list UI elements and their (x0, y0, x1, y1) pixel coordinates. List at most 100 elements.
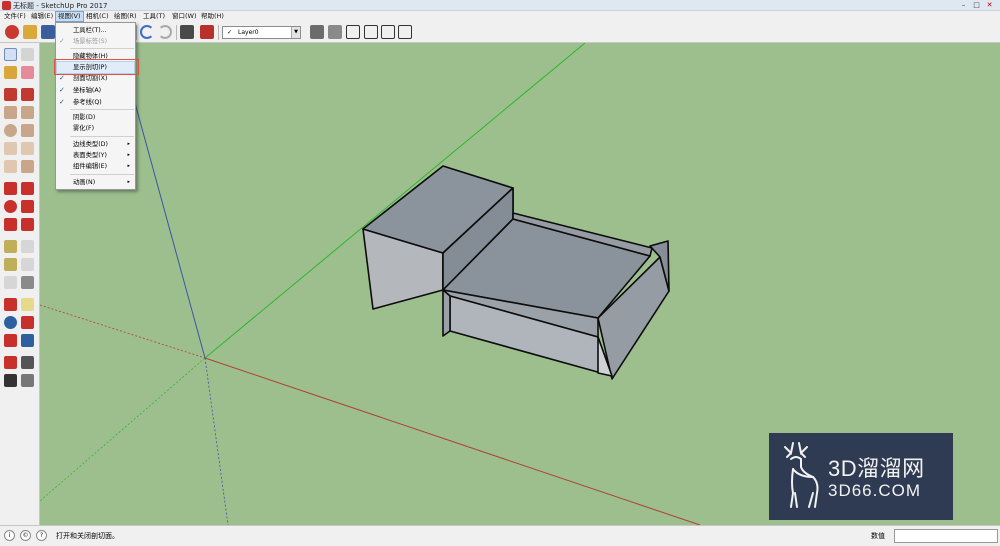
zoom-icon[interactable] (4, 316, 17, 329)
undo-icon[interactable] (140, 25, 154, 39)
geo-location-icon[interactable]: i (4, 530, 15, 541)
left-tool-palette (0, 43, 40, 525)
menu-item-fog[interactable]: 雾化(F) (57, 123, 134, 134)
menu-item-face-style[interactable]: 表面类型(Y) ▸ (57, 150, 134, 161)
two-point-arc-icon[interactable] (21, 142, 34, 155)
paint-bucket-icon[interactable] (4, 66, 17, 79)
new-model-icon[interactable] (5, 25, 19, 39)
offset-icon[interactable] (21, 218, 34, 231)
menu-item-hidden-geometry[interactable]: 隐藏物体(H) (57, 51, 134, 62)
dimension-icon[interactable] (21, 240, 34, 253)
walk-footprints-icon[interactable] (4, 374, 17, 387)
red-axis (204, 357, 701, 525)
back-view-icon[interactable] (398, 25, 412, 39)
green-axis-negative (40, 357, 206, 502)
main-toolbar: ✓ Layer0 ▼ (0, 22, 1000, 43)
menu-view[interactable]: 视图(V) (55, 11, 84, 22)
print-icon[interactable] (180, 25, 194, 39)
menu-item-guides[interactable]: ✓ 参考线(Q) (57, 97, 134, 108)
top-view-icon[interactable] (346, 25, 360, 39)
menu-item-axes[interactable]: ✓ 坐标轴(A) (57, 85, 134, 96)
zoom-window-icon[interactable] (21, 316, 34, 329)
sketchup-app-icon (2, 1, 11, 10)
3d-model[interactable] (362, 165, 670, 380)
orbit-icon[interactable] (4, 298, 17, 311)
minimize-button[interactable]: – (957, 0, 970, 10)
front-view-icon[interactable] (364, 25, 378, 39)
submenu-arrow-icon: ▸ (127, 179, 130, 185)
menu-tools[interactable]: 工具(T) (141, 11, 167, 22)
line-pencil-icon[interactable] (4, 88, 17, 101)
window-title: 无标题 - SketchUp Pro 2017 (13, 2, 108, 10)
menu-item-edge-style[interactable]: 边线类型(D) ▸ (57, 139, 134, 150)
check-icon: ✓ (59, 37, 65, 45)
text-icon[interactable] (21, 258, 34, 271)
menu-item-scene-tabs[interactable]: ✓ 场景标签(S) (57, 36, 134, 47)
close-button[interactable]: ✕ (983, 0, 996, 10)
menu-item-toolbars[interactable]: 工具栏(T)... (57, 25, 134, 36)
menu-item-animation[interactable]: 动画(N) ▸ (57, 177, 134, 188)
menu-item-component-edit[interactable]: 组件编辑(E) ▸ (57, 161, 134, 172)
freehand-icon[interactable] (21, 88, 34, 101)
zoom-extents-icon[interactable] (4, 334, 17, 347)
menu-item-section-planes[interactable]: 显示剖切(P) (56, 61, 135, 74)
right-view-icon[interactable] (381, 25, 395, 39)
menu-window[interactable]: 窗口(W) (170, 11, 199, 22)
view-menu-dropdown: 工具栏(T)... ✓ 场景标签(S) 隐藏物体(H) 显示剖切(P) ✓ 剖面… (55, 22, 136, 190)
menu-bar: 文件(F) 编辑(E) 视图(V) 相机(C) 绘图(R) 工具(T) 窗口(W… (0, 11, 1000, 22)
pan-hand-icon[interactable] (21, 298, 34, 311)
polygon-icon[interactable] (21, 124, 34, 137)
save-icon[interactable] (41, 25, 55, 39)
push-pull-icon[interactable] (21, 182, 34, 195)
rectangle-icon[interactable] (4, 106, 17, 119)
menu-camera[interactable]: 相机(C) (84, 11, 111, 22)
follow-me-icon[interactable] (21, 200, 34, 213)
rotated-rectangle-icon[interactable] (21, 106, 34, 119)
submenu-arrow-icon: ▸ (127, 141, 130, 147)
watermark-logo: 3D溜溜网 3D66.COM (769, 433, 953, 520)
make-component-icon[interactable] (21, 48, 34, 61)
redo-icon[interactable] (158, 25, 172, 39)
layer-dropdown[interactable]: ✓ Layer0 ▼ (222, 26, 301, 39)
watermark-url-text: 3D66.COM (828, 481, 922, 500)
select-arrow-icon[interactable] (4, 48, 17, 61)
pie-icon[interactable] (21, 160, 34, 173)
rotate-icon[interactable] (4, 200, 17, 213)
eraser-icon[interactable] (21, 66, 34, 79)
menu-item-shadows[interactable]: 阴影(D) (57, 112, 134, 123)
look-around-eye-icon[interactable] (21, 356, 34, 369)
protractor-icon[interactable] (4, 258, 17, 271)
3d-text-icon[interactable] (21, 276, 34, 289)
position-camera-icon[interactable] (4, 356, 17, 369)
scale-icon[interactable] (4, 218, 17, 231)
layer-dropdown-arrow[interactable]: ▼ (291, 27, 300, 38)
model-info-icon[interactable] (200, 25, 214, 39)
instructor-help-icon[interactable]: ? (36, 530, 47, 541)
previous-view-icon[interactable] (21, 334, 34, 347)
maximize-button[interactable]: □ (970, 0, 983, 10)
axes-icon[interactable] (4, 276, 17, 289)
iso-view-icon[interactable] (328, 25, 342, 39)
three-point-arc-icon[interactable] (4, 160, 17, 173)
measurements-input[interactable] (894, 529, 998, 543)
menu-help[interactable]: 帮助(H) (199, 11, 226, 22)
blue-axis-negative (204, 357, 229, 525)
tape-measure-icon[interactable] (4, 240, 17, 253)
circle-icon[interactable] (4, 124, 17, 137)
menu-separator (70, 174, 134, 175)
open-folder-icon[interactable] (23, 25, 37, 39)
arc-icon[interactable] (4, 142, 17, 155)
toolbar-separator (218, 25, 219, 40)
credits-icon[interactable]: © (20, 530, 31, 541)
status-hint-text: 打开和关闭剖切面。 (56, 532, 119, 540)
watermark-brand-text: 3D溜溜网 (828, 456, 925, 481)
layer-manager-icon[interactable] (310, 25, 324, 39)
section-plane-icon[interactable] (21, 374, 34, 387)
check-icon: ✓ (59, 74, 65, 82)
menu-edit[interactable]: 编辑(E) (29, 11, 55, 22)
menu-file[interactable]: 文件(F) (2, 11, 28, 22)
menu-draw[interactable]: 绘图(R) (112, 11, 139, 22)
move-icon[interactable] (4, 182, 17, 195)
menu-item-section-cuts[interactable]: ✓ 剖面切割(X) (57, 73, 134, 84)
layer-name: Layer0 (238, 29, 259, 36)
